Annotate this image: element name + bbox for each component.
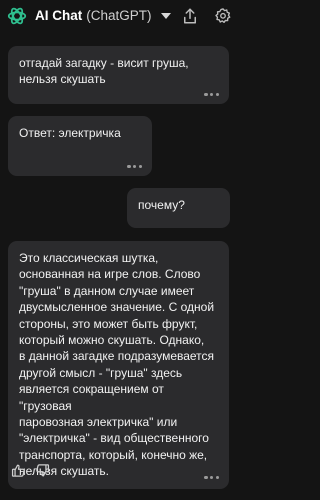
share-icon[interactable] xyxy=(181,7,199,25)
more-options-icon[interactable] xyxy=(204,92,219,96)
assistant-message-bubble: Ответ: электричка xyxy=(8,116,152,176)
message-text: Это классическая шутка, основанная на иг… xyxy=(19,251,215,479)
message-actions xyxy=(11,463,50,478)
message-text: отгадай загадку - висит груша, нельзя ск… xyxy=(19,56,189,87)
more-options-icon[interactable] xyxy=(204,475,219,479)
gear-icon[interactable] xyxy=(214,7,232,25)
thumbs-up-icon[interactable] xyxy=(11,463,26,478)
thumbs-down-icon[interactable] xyxy=(35,463,50,478)
user-message-bubble: отгадай загадку - висит груша, нельзя ск… xyxy=(8,46,229,104)
openai-logo-icon xyxy=(7,7,27,25)
message-text: Ответ: электричка xyxy=(19,126,121,140)
app-header: AI Chat (ChatGPT) xyxy=(0,0,241,32)
chevron-down-icon[interactable] xyxy=(160,11,172,21)
message-text: почему? xyxy=(138,198,185,212)
model-name: (ChatGPT) xyxy=(86,8,152,23)
model-selector[interactable]: AI Chat (ChatGPT) xyxy=(35,8,172,24)
app-name: AI Chat xyxy=(35,8,83,23)
user-message-bubble: почему? xyxy=(127,188,230,228)
assistant-message-bubble: Это классическая шутка, основанная на иг… xyxy=(8,241,229,489)
more-options-icon[interactable] xyxy=(127,164,142,168)
